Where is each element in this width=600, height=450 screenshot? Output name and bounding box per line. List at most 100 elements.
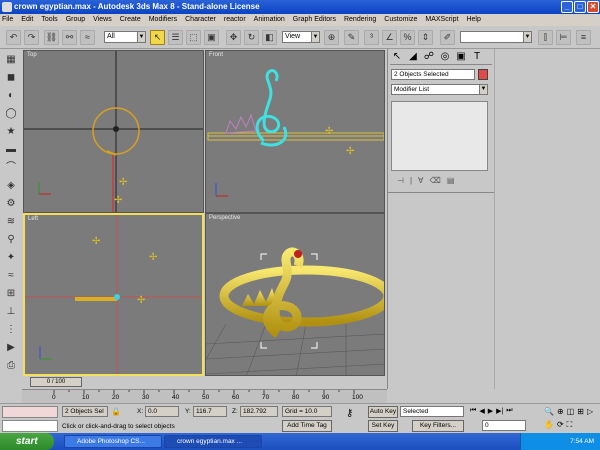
- redo-icon[interactable]: ↷: [24, 30, 39, 45]
- align-icon[interactable]: ⊨: [556, 30, 571, 45]
- soft-body-icon[interactable]: ◐: [4, 89, 18, 103]
- lock-selection-icon[interactable]: 🔒: [111, 407, 121, 416]
- spinner-snap-icon[interactable]: ⇕: [418, 30, 433, 45]
- menu-customize[interactable]: Customize: [384, 14, 417, 26]
- display-tab-icon[interactable]: ▣: [454, 51, 468, 64]
- create-tab-icon[interactable]: ↖: [390, 51, 404, 64]
- menu-edit[interactable]: Edit: [21, 14, 33, 26]
- preview-animation-icon[interactable]: ▶: [4, 341, 18, 355]
- menu-maxscript[interactable]: MAXScript: [425, 14, 458, 26]
- menu-character[interactable]: Character: [185, 14, 216, 26]
- viewport-front[interactable]: Front ✢ ✢: [205, 50, 385, 213]
- deforming-mesh-icon[interactable]: ★: [4, 125, 18, 139]
- modifier-stack[interactable]: [391, 101, 488, 171]
- object-name-field[interactable]: 2 Objects Selected: [391, 69, 475, 80]
- motion-tab-icon[interactable]: ◎: [438, 51, 452, 64]
- point-to-point-icon[interactable]: ⋮: [4, 323, 18, 337]
- object-color-swatch[interactable]: [478, 69, 488, 80]
- pan-icon[interactable]: ✋: [544, 420, 554, 431]
- key-filters-button[interactable]: Key Filters...: [412, 420, 464, 432]
- cloth-icon[interactable]: ◼: [4, 71, 18, 85]
- window-crossing-icon[interactable]: ▣: [204, 30, 219, 45]
- start-button[interactable]: start: [0, 433, 54, 450]
- select-manipulate-icon[interactable]: ✎: [344, 30, 359, 45]
- rope-icon[interactable]: ◯: [4, 107, 18, 121]
- dashpot-icon[interactable]: ◈: [4, 179, 18, 193]
- spring-icon[interactable]: ⌒: [4, 161, 18, 175]
- track-bar[interactable]: 0 10 20 30 40 50 60 70 80 90 100: [22, 389, 387, 403]
- motor-icon[interactable]: ⚙: [4, 197, 18, 211]
- viewport-left[interactable]: Left ✢ ✢ ✢: [23, 213, 204, 376]
- layer-manager-icon[interactable]: ≡: [576, 30, 591, 45]
- water-icon[interactable]: ≈: [4, 269, 18, 283]
- pin-stack-icon[interactable]: ⊣: [397, 176, 404, 188]
- previous-frame-icon[interactable]: ◀: [479, 407, 484, 418]
- configure-modifier-sets-icon[interactable]: ▤: [447, 176, 455, 188]
- set-key-button[interactable]: Set Key: [368, 420, 398, 432]
- snap-toggle-icon[interactable]: ³: [364, 30, 379, 45]
- reference-coord-dropdown[interactable]: View ▼: [282, 31, 320, 43]
- modify-tab-icon[interactable]: ◢: [406, 51, 420, 64]
- show-end-result-icon[interactable]: |: [410, 176, 412, 188]
- edit-named-selection-icon[interactable]: ✐: [440, 30, 455, 45]
- add-time-tag-button[interactable]: Add Time Tag: [282, 420, 332, 432]
- hinge-icon[interactable]: ⊥: [4, 305, 18, 319]
- go-to-end-icon[interactable]: ⏭: [506, 407, 512, 418]
- zoom-extents-all-icon[interactable]: ⊞: [577, 407, 584, 417]
- zoom-icon[interactable]: 🔍: [544, 407, 554, 417]
- modifier-list-dropdown[interactable]: Modifier List ▼: [391, 84, 488, 95]
- maximize-viewport-icon[interactable]: ⛶: [567, 420, 573, 431]
- play-icon[interactable]: ▶: [488, 407, 493, 418]
- go-to-start-icon[interactable]: ⏮: [470, 407, 476, 418]
- z-coordinate[interactable]: 182.792: [240, 406, 278, 417]
- angle-snap-icon[interactable]: ∠: [382, 30, 397, 45]
- pivot-center-icon[interactable]: ⊕: [324, 30, 339, 45]
- menu-graph-editors[interactable]: Graph Editors: [293, 14, 336, 26]
- rectangular-selection-icon[interactable]: ⬚: [186, 30, 201, 45]
- menu-create[interactable]: Create: [120, 14, 141, 26]
- unlink-icon[interactable]: ⚯: [62, 30, 77, 45]
- mirror-icon[interactable]: ⫿: [538, 30, 553, 45]
- menu-file[interactable]: File: [2, 14, 13, 26]
- next-frame-icon[interactable]: ▶|: [496, 407, 503, 418]
- minimize-button[interactable]: _: [561, 1, 573, 13]
- arc-rotate-icon[interactable]: ⟳: [557, 420, 564, 431]
- menu-help[interactable]: Help: [466, 14, 480, 26]
- make-unique-icon[interactable]: ∀: [418, 176, 423, 188]
- select-object-icon[interactable]: ↖: [150, 30, 165, 45]
- remove-modifier-icon[interactable]: ⌫: [430, 176, 441, 188]
- move-icon[interactable]: ✥: [226, 30, 241, 45]
- plane-icon[interactable]: ▬: [4, 143, 18, 157]
- current-frame-field[interactable]: 0: [482, 420, 526, 431]
- constraint-solver-icon[interactable]: ⊞: [4, 287, 18, 301]
- viewport-top[interactable]: Top ✢ ✢: [23, 50, 204, 213]
- viewport-perspective[interactable]: Perspective: [205, 213, 385, 376]
- zoom-all-icon[interactable]: ⊕: [557, 407, 564, 417]
- menu-modifiers[interactable]: Modifiers: [149, 14, 177, 26]
- select-link-icon[interactable]: ⛓: [44, 30, 59, 45]
- task-photoshop[interactable]: Adobe Photoshop CS...: [64, 435, 162, 448]
- scale-icon[interactable]: ◧: [262, 30, 277, 45]
- key-mode-dropdown[interactable]: Selected: [400, 406, 464, 417]
- menu-rendering[interactable]: Rendering: [344, 14, 376, 26]
- undo-icon[interactable]: ↶: [6, 30, 21, 45]
- menu-reactor[interactable]: reactor: [224, 14, 246, 26]
- maxscript-listener-mini[interactable]: [2, 406, 58, 418]
- field-of-view-icon[interactable]: ▷: [587, 407, 593, 417]
- close-button[interactable]: ✕: [587, 1, 599, 13]
- menu-animation[interactable]: Animation: [254, 14, 285, 26]
- y-coordinate[interactable]: 116.7: [193, 406, 227, 417]
- rigid-body-icon[interactable]: ▦: [4, 53, 18, 67]
- zoom-extents-icon[interactable]: ◫: [567, 407, 575, 417]
- percent-snap-icon[interactable]: %: [400, 30, 415, 45]
- x-coordinate[interactable]: 0.0: [145, 406, 179, 417]
- select-by-name-icon[interactable]: ☰: [168, 30, 183, 45]
- time-slider[interactable]: 0 / 100: [30, 377, 82, 387]
- maxscript-input-mini[interactable]: [2, 420, 58, 432]
- toy-car-icon[interactable]: ⚲: [4, 233, 18, 247]
- hierarchy-tab-icon[interactable]: ☍: [422, 51, 436, 64]
- bind-spacewarp-icon[interactable]: ≈: [80, 30, 95, 45]
- utilities-tab-icon[interactable]: T: [470, 51, 484, 64]
- rotate-icon[interactable]: ↻: [244, 30, 259, 45]
- menu-tools[interactable]: Tools: [41, 14, 57, 26]
